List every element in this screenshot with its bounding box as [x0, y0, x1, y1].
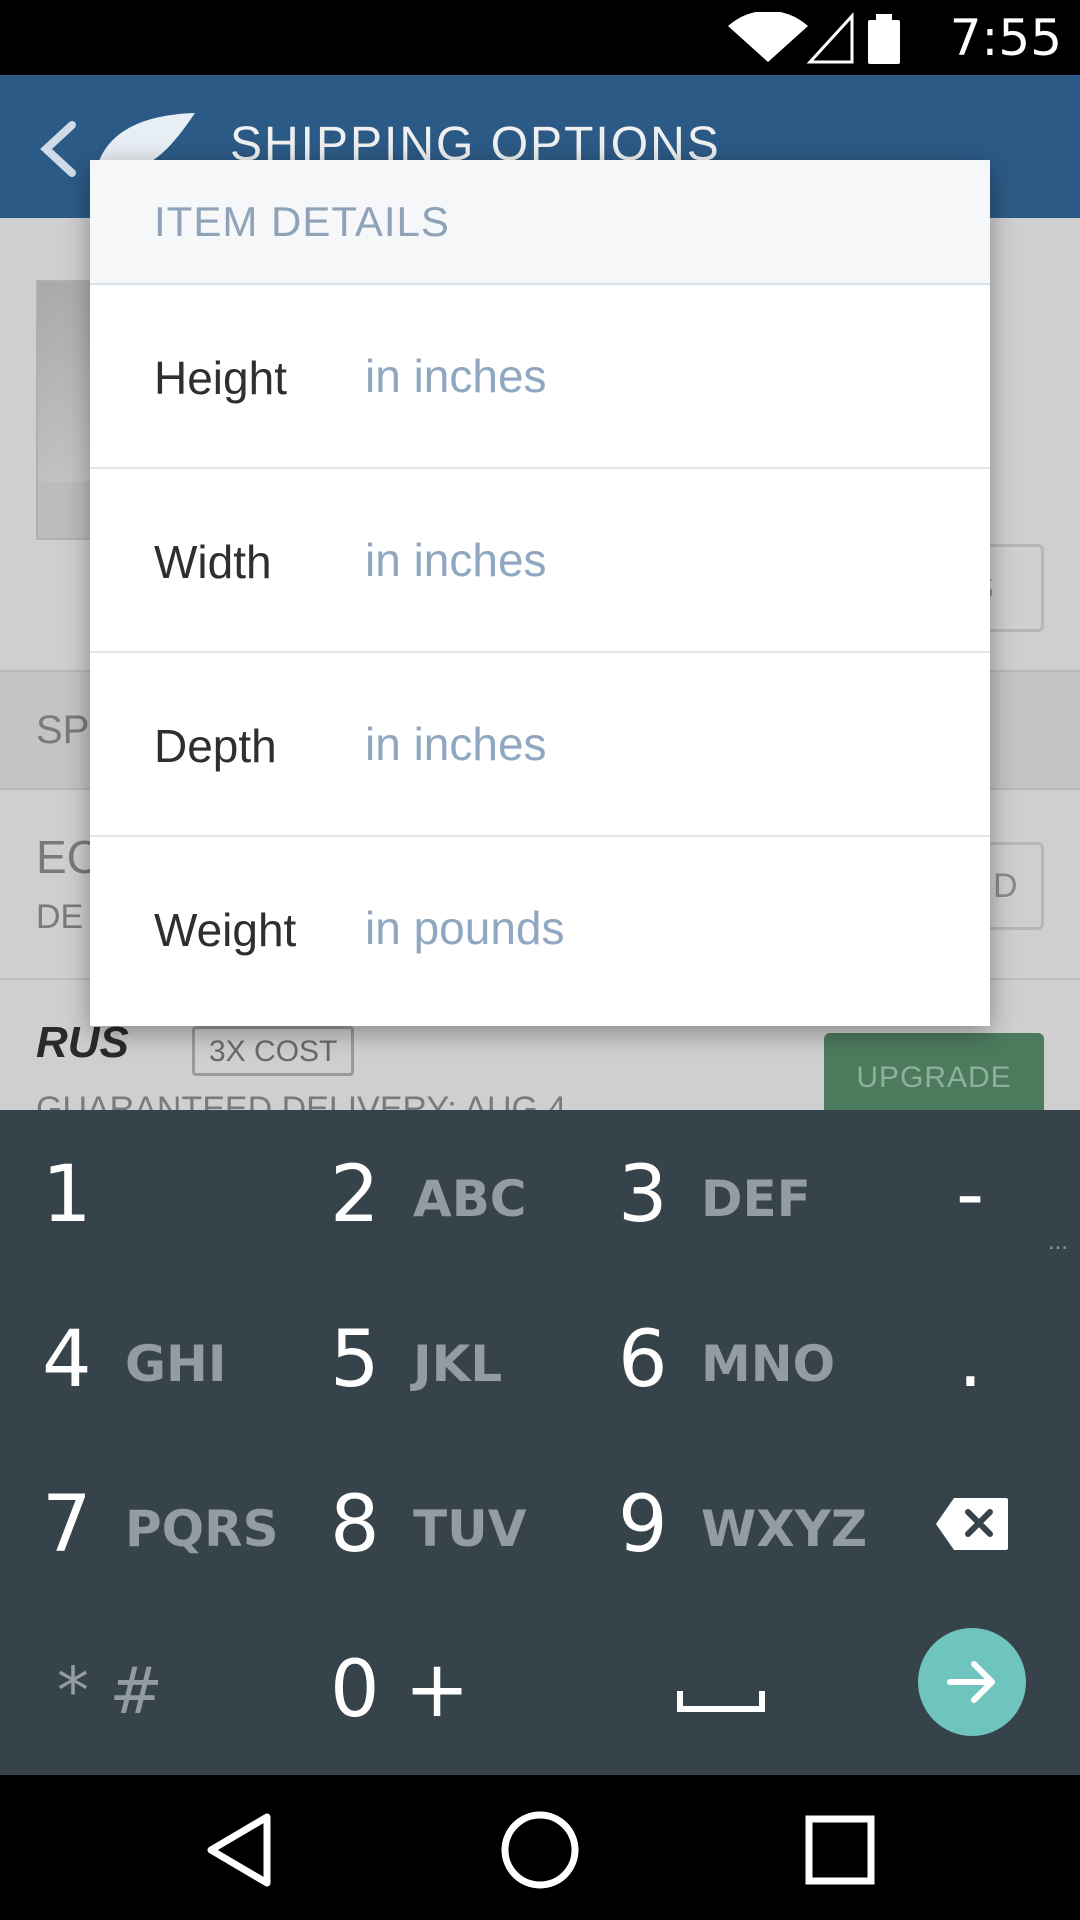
key-dash[interactable]: - ... [836, 1110, 1080, 1275]
section-header-text: SP [36, 708, 90, 752]
depth-row: Depth [90, 653, 990, 837]
enter-arrow-icon [947, 1661, 995, 1703]
battery-icon [868, 14, 900, 64]
width-row: Width [90, 469, 990, 653]
key-1-number: 1 [42, 1150, 92, 1240]
option-subtitle-text: DE [36, 898, 84, 936]
key-0-plus-symbol: 0 + [330, 1645, 470, 1735]
status-bar: 7:55 [0, 0, 1080, 75]
key-star-hash[interactable]: * # [0, 1605, 270, 1770]
nav-back-icon[interactable] [195, 1805, 285, 1895]
more-symbols-indicator: ... [1047, 1228, 1068, 1255]
key-2-letters: ABC [413, 1170, 527, 1228]
key-4-letters: GHI [125, 1335, 227, 1393]
key-9[interactable]: 9 WXYZ [576, 1440, 867, 1605]
key-2-number: 2 [330, 1150, 380, 1240]
depth-input[interactable] [365, 711, 925, 777]
width-input[interactable] [365, 527, 925, 593]
key-0-plus[interactable]: 0 + [288, 1605, 558, 1770]
key-5-number: 5 [330, 1315, 380, 1405]
nav-recents-icon[interactable] [795, 1805, 885, 1895]
key-4-number: 4 [42, 1315, 92, 1405]
cost-badge: 3X COST [192, 1026, 355, 1076]
key-2[interactable]: 2 ABC [288, 1110, 558, 1275]
width-label: Width [154, 536, 272, 588]
dialog-header: ITEM DETAILS [90, 160, 990, 285]
key-6-number: 6 [618, 1315, 668, 1405]
option-button-text: D [993, 867, 1018, 905]
backspace-icon [936, 1498, 1008, 1550]
key-period[interactable]: . [836, 1275, 1080, 1440]
key-4[interactable]: 4 GHI [0, 1275, 270, 1440]
back-arrow-icon[interactable] [30, 113, 90, 183]
key-3[interactable]: 3 DEF [576, 1110, 846, 1275]
navigation-bar [0, 1775, 1080, 1920]
weight-row: Weight [90, 837, 990, 1021]
space-bar-icon [677, 1691, 765, 1712]
key-8-number: 8 [330, 1480, 380, 1570]
key-7-number: 7 [42, 1480, 92, 1570]
cell-signal-icon [806, 12, 854, 64]
nav-home-icon[interactable] [495, 1805, 585, 1895]
key-star-hash-symbol: * # [57, 1655, 163, 1729]
dialog-title: ITEM DETAILS [154, 198, 450, 245]
key-5-letters: JKL [413, 1335, 503, 1393]
height-row: Height [90, 285, 990, 469]
height-input[interactable] [365, 343, 925, 409]
item-details-dialog: ITEM DETAILS Height Width Depth Weight [90, 160, 990, 1026]
key-dash-symbol: - [956, 1150, 985, 1240]
key-1[interactable]: 1 [0, 1110, 270, 1275]
key-6-letters: MNO [701, 1335, 836, 1393]
enter-button[interactable] [918, 1628, 1026, 1736]
key-7-letters: PQRS [125, 1500, 279, 1558]
weight-input[interactable] [365, 895, 925, 961]
status-icons [728, 12, 900, 64]
key-8[interactable]: 8 TUV [288, 1440, 558, 1605]
key-3-letters: DEF [701, 1170, 811, 1228]
weight-label: Weight [154, 904, 297, 956]
key-8-letters: TUV [413, 1500, 527, 1558]
depth-label: Depth [154, 720, 277, 772]
key-9-number: 9 [618, 1480, 668, 1570]
key-period-symbol: . [958, 1315, 983, 1405]
key-6[interactable]: 6 MNO [576, 1275, 846, 1440]
backspace-key[interactable] [836, 1440, 1080, 1605]
key-7[interactable]: 7 PQRS [0, 1440, 279, 1605]
status-time: 7:55 [949, 9, 1062, 67]
wifi-icon [728, 12, 808, 62]
space-key[interactable] [576, 1605, 846, 1770]
key-3-number: 3 [618, 1150, 668, 1240]
height-label: Height [154, 352, 287, 404]
key-5[interactable]: 5 JKL [288, 1275, 558, 1440]
